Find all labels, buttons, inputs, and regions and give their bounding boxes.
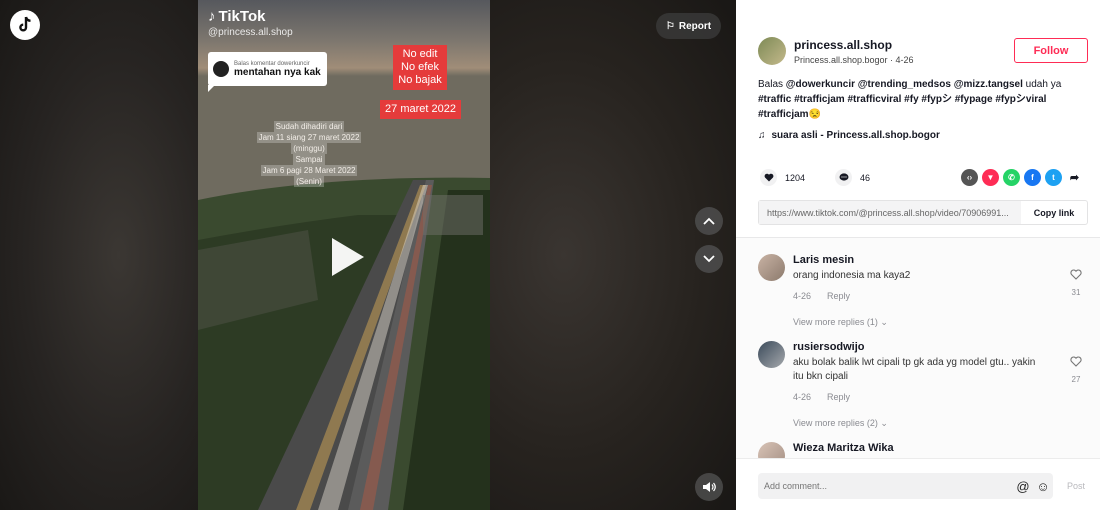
no-edit-overlay: No edit No efek No bajak [393, 45, 447, 90]
watermark-handle: @princess.all.shop [208, 27, 293, 38]
hashtag-links[interactable]: #traffic #trafficjam #trafficviral #fy #… [758, 94, 1046, 120]
mention-link[interactable]: @trending_medsos [858, 79, 951, 90]
watermark-brand: TikTok [218, 8, 266, 25]
sticker-text: mentahan nya kak [234, 66, 321, 78]
comment-item: Laris mesin orang indonesia ma kaya2 4-2… [758, 254, 1088, 328]
date-overlay: 27 maret 2022 [380, 100, 461, 119]
volume-button[interactable] [695, 473, 723, 501]
commenter-avatar[interactable] [758, 254, 785, 281]
sticker-label: Balas komentar dowerkuncir [234, 60, 310, 67]
sticker-avatar [213, 61, 229, 77]
comment-like-count: 31 [1071, 288, 1081, 297]
comment-like-count: 27 [1071, 375, 1081, 384]
facebook-icon[interactable]: f [1024, 169, 1041, 186]
view-more-replies[interactable]: View more replies (2) ⌄ [793, 418, 1088, 429]
reply-comment-sticker: Balas komentar dowerkuncir mentahan nya … [208, 52, 327, 92]
author-name[interactable]: princess.all.shop [794, 38, 914, 52]
flag-icon: ⚐ [665, 20, 675, 32]
comment-item: rusiersodwijo aku bolak balik lwt cipali… [758, 341, 1088, 429]
time-overlay-text: Sudah dihadiri dari Jam 11 siang 27 mare… [256, 121, 362, 187]
previous-video-button[interactable] [695, 207, 723, 235]
engagement-stats: 1204 46 [760, 169, 870, 186]
author-avatar[interactable] [758, 37, 786, 65]
whatsapp-icon[interactable]: ✆ [1003, 169, 1020, 186]
blurred-background-left [0, 0, 198, 510]
comment-input-box: @ ☺ [758, 473, 1053, 499]
twitter-icon[interactable]: t [1045, 169, 1062, 186]
commenter-avatar[interactable] [758, 341, 785, 368]
chevron-up-icon [703, 217, 715, 225]
speaker-icon [703, 482, 716, 492]
send-icon[interactable]: ▼ [982, 169, 999, 186]
share-arrow-icon[interactable]: ➦ [1066, 169, 1083, 186]
chevron-down-icon [703, 255, 715, 263]
mention-icon[interactable]: @ [1013, 479, 1033, 494]
comment-list[interactable]: Laris mesin orang indonesia ma kaya2 4-2… [736, 238, 1100, 458]
music-link[interactable]: ♫ suara asli - Princess.all.shop.bogor [758, 130, 940, 141]
comment-date: 4-26 [793, 291, 812, 301]
reply-button[interactable]: Reply [827, 291, 850, 301]
report-button[interactable]: ⚐ Report [656, 13, 721, 39]
comment-bar: @ ☺ Post [736, 458, 1100, 510]
commenter-name[interactable]: Laris mesin [793, 254, 1088, 266]
mention-link[interactable]: @dowerkuncir [786, 79, 855, 90]
comment-date: 4-26 [793, 392, 812, 402]
tiktok-logo-icon[interactable] [10, 10, 40, 40]
follow-button[interactable]: Follow [1014, 38, 1088, 63]
comment-input[interactable] [758, 481, 1013, 491]
video-watermark: ♪ TikTok @princess.all.shop [208, 8, 293, 38]
heart-icon[interactable] [760, 169, 777, 186]
music-note-icon: ♫ [758, 130, 766, 141]
video-url-field[interactable]: https://www.tiktok.com/@princess.all.sho… [759, 201, 1021, 224]
comment-item: Wieza Maritza Wika [758, 442, 1088, 458]
video-caption: Balas @dowerkuncir @trending_medsos @miz… [758, 79, 1062, 120]
next-video-button[interactable] [695, 245, 723, 273]
emoji-icon[interactable]: ☺ [1033, 479, 1053, 494]
comment-heart-icon[interactable] [1070, 269, 1082, 280]
commenter-avatar[interactable] [758, 442, 785, 458]
view-more-replies[interactable]: View more replies (1) ⌄ [793, 317, 1088, 328]
copy-link-box: https://www.tiktok.com/@princess.all.sho… [758, 200, 1088, 225]
post-button[interactable]: Post [1067, 481, 1085, 491]
embed-icon[interactable]: ‹› [961, 169, 978, 186]
copy-link-button[interactable]: Copy link [1021, 208, 1087, 218]
details-panel: princess.all.shop Princess.all.shop.bogo… [736, 0, 1100, 510]
comment-heart-icon[interactable] [1070, 356, 1082, 367]
author-subtitle: Princess.all.shop.bogor · 4-26 [794, 54, 914, 65]
like-count: 1204 [785, 172, 806, 183]
tiktok-note-icon: ♪ [208, 8, 216, 25]
share-icons: ‹› ▼ ✆ f t ➦ [961, 169, 1083, 186]
video-stage: ♪ TikTok @princess.all.shop Balas koment… [0, 0, 736, 510]
reply-button[interactable]: Reply [827, 392, 850, 402]
comment-count: 46 [860, 172, 871, 183]
mention-link[interactable]: @mizz.tangsel [954, 79, 1023, 90]
comment-icon[interactable] [835, 169, 853, 186]
comment-text: orang indonesia ma kaya2 [793, 270, 911, 281]
play-icon[interactable] [332, 238, 364, 276]
commenter-name[interactable]: Wieza Maritza Wika [793, 442, 1088, 454]
commenter-name[interactable]: rusiersodwijo [793, 341, 1088, 353]
comment-text: aku bolak balik lwt cipali tp gk ada yg … [793, 357, 1036, 382]
